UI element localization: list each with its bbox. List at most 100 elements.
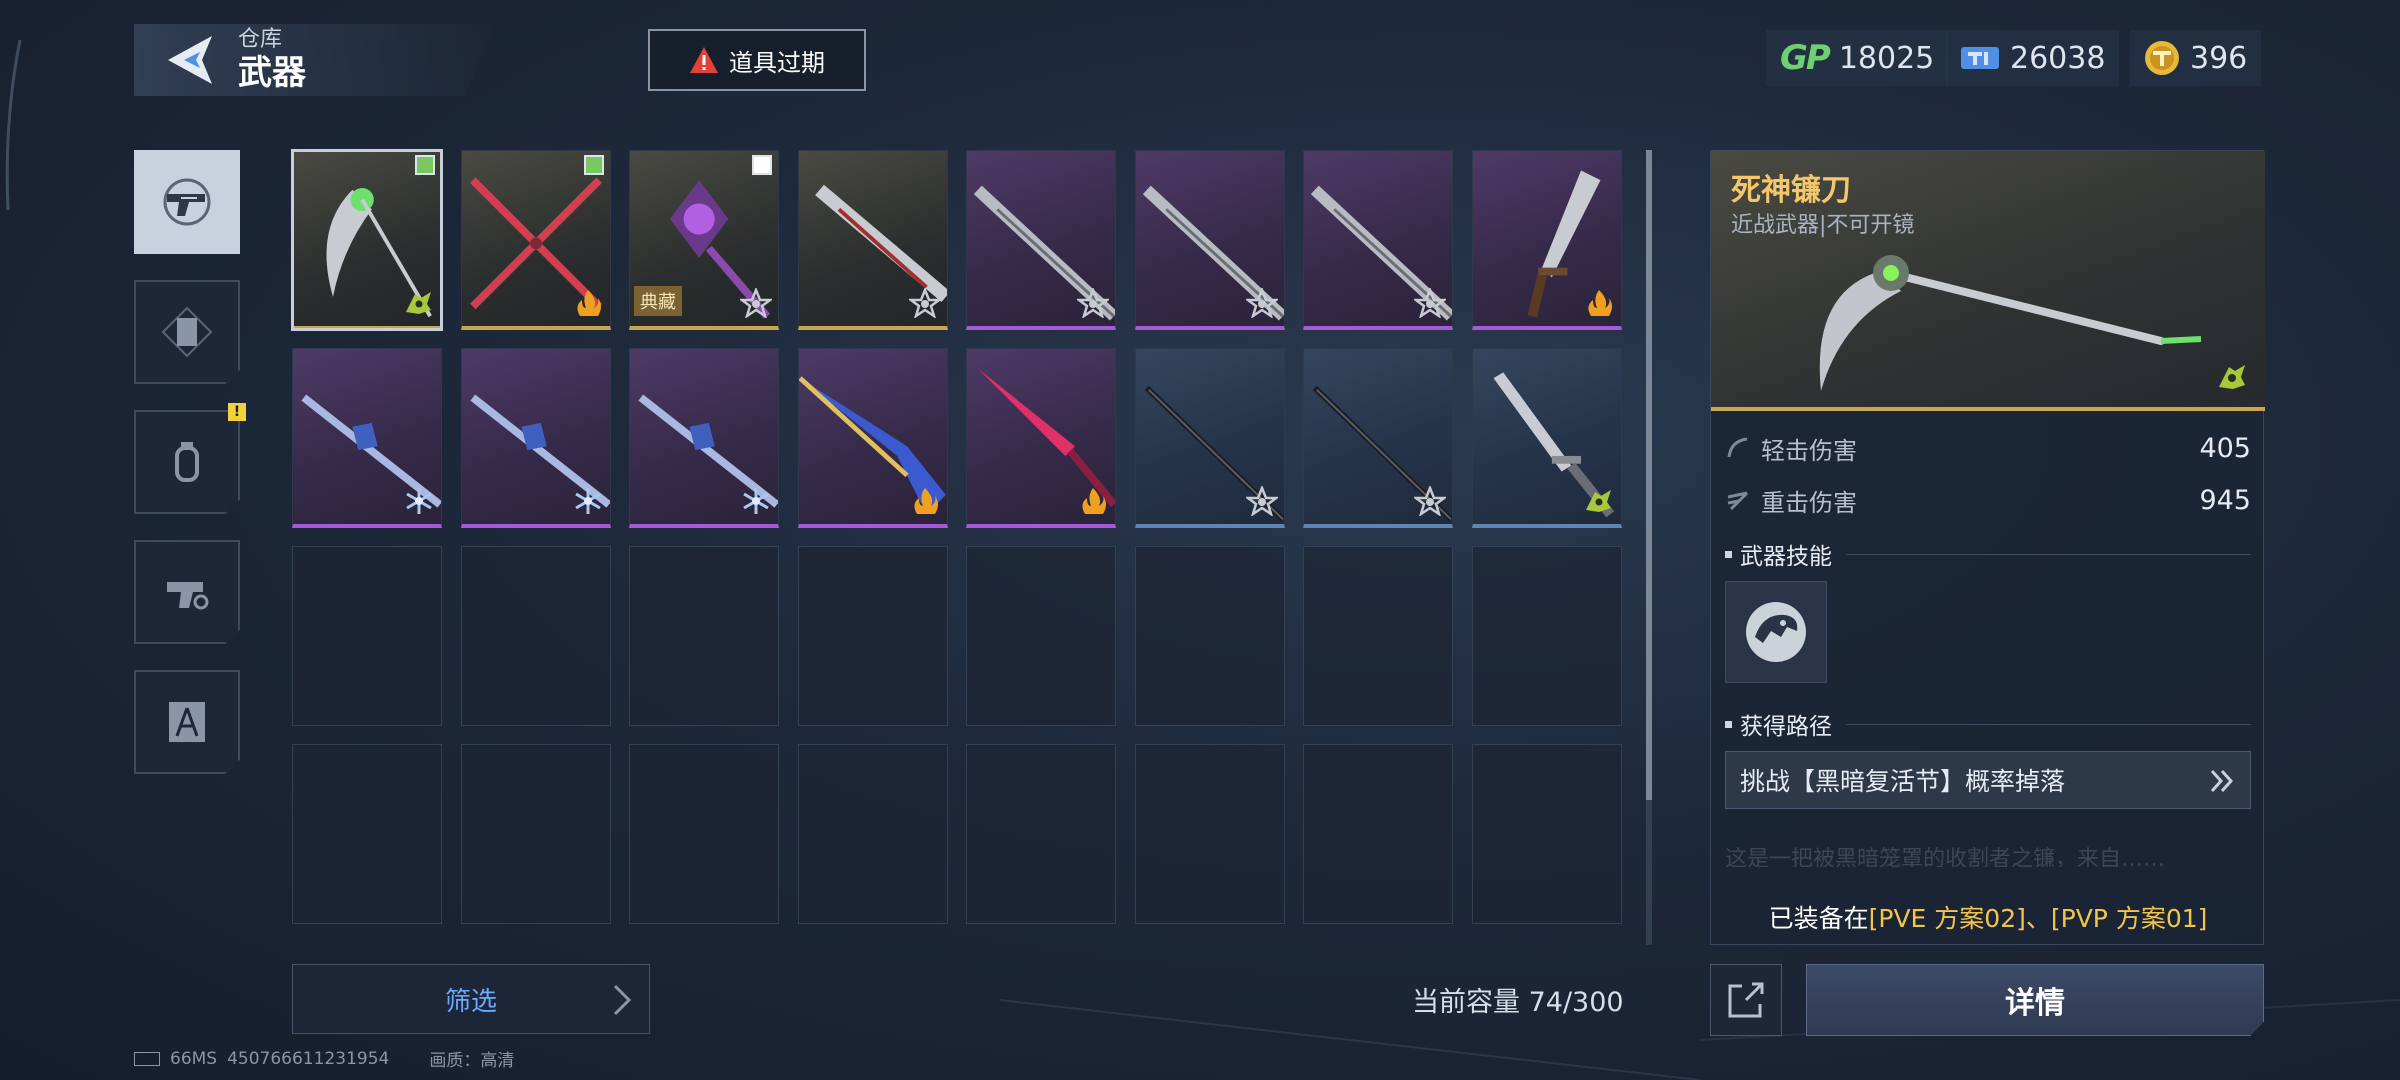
empty-slot xyxy=(629,744,779,924)
star-type-icon xyxy=(908,288,941,318)
weapon-detail-panel: 死神镰刀 近战武器|不可开镜 轻击伤害 405 重击伤害 945 武器技能 获得… xyxy=(1710,150,2265,945)
ice-type-icon xyxy=(743,488,769,514)
scrollbar-thumb[interactable] xyxy=(1646,150,1652,800)
ticket-icon xyxy=(1961,47,1999,69)
gun-parts-icon xyxy=(167,582,209,610)
weapon-slot[interactable] xyxy=(629,348,779,528)
status-footer: 66MS 450766611231954 画质：高清 xyxy=(134,1046,514,1071)
weapon-slot[interactable] xyxy=(966,150,1116,330)
weapon-slot[interactable]: 典藏 xyxy=(629,150,779,330)
light-attack-stat: 轻击伤害 405 xyxy=(1725,425,2251,471)
compass-icon xyxy=(169,702,205,742)
weapon-slot[interactable] xyxy=(460,348,611,528)
weapon-slot[interactable] xyxy=(292,348,442,528)
weapon-slot[interactable] xyxy=(1134,348,1285,528)
empty-slot xyxy=(1303,546,1453,726)
source-section-heading: 获得路径 xyxy=(1725,707,2251,741)
empty-slot xyxy=(1471,744,1622,924)
category-blueprint[interactable] xyxy=(134,670,240,774)
checked-box-icon[interactable] xyxy=(415,155,435,175)
empty-slot xyxy=(797,744,948,924)
weapon-slot[interactable] xyxy=(1471,348,1622,528)
weapon-slot[interactable] xyxy=(797,348,948,528)
scythe-image xyxy=(1819,255,2202,391)
weapon-slot[interactable] xyxy=(1471,150,1622,330)
share-button[interactable] xyxy=(1710,964,1782,1036)
empty-slot xyxy=(1303,744,1453,924)
weapon-slot[interactable] xyxy=(460,150,611,330)
details-button-label: 详情 xyxy=(2005,986,2065,1021)
category-grenade[interactable] xyxy=(134,410,240,514)
skill-section-heading: 武器技能 xyxy=(1725,537,2251,571)
empty-slot xyxy=(1471,546,1622,726)
fire-type-icon xyxy=(1587,290,1612,316)
empty-slot xyxy=(292,744,442,924)
weapon-slot[interactable] xyxy=(291,149,443,331)
empty-slot xyxy=(797,546,948,726)
light-attack-icon xyxy=(1727,437,1748,458)
back-arrow-icon xyxy=(168,36,212,84)
star-type-icon xyxy=(1414,288,1446,318)
expired-items-label: 道具过期 xyxy=(729,48,825,77)
biohazard-type-icon xyxy=(406,292,431,314)
weapon-description: 这是一把被黑暗笼罩的收割者之镰，来自…… xyxy=(1725,847,2166,867)
heavy-attack-label: 重击伤害 xyxy=(1761,488,1857,517)
weapon-slot[interactable] xyxy=(1303,348,1453,528)
page-breadcrumb: 仓库 xyxy=(238,27,283,52)
gp-currency[interactable]: GP 18025 xyxy=(1766,30,1949,86)
category-weapon[interactable] xyxy=(134,150,240,254)
page-title: 武器 xyxy=(238,53,306,93)
star-type-icon xyxy=(1245,288,1278,318)
heavy-attack-value: 945 xyxy=(2199,484,2251,516)
category-gun-parts[interactable] xyxy=(134,540,240,644)
back-button[interactable]: 仓库 武器 xyxy=(134,24,494,96)
equipped-plans: [PVE 方案02]、[PVP 方案01] xyxy=(1868,904,2208,933)
battery-icon xyxy=(134,1051,160,1066)
star-type-icon xyxy=(1077,288,1109,318)
coin-currency[interactable]: 396 xyxy=(2130,30,2262,86)
expired-items-button[interactable]: 道具过期 xyxy=(648,29,866,91)
empty-slot xyxy=(460,546,611,726)
source-text: 挑战【黑暗复活节】概率掉落 xyxy=(1740,767,2066,796)
acquisition-source-button[interactable]: 挑战【黑暗复活节】概率掉落 xyxy=(1725,751,2251,809)
star-type-icon xyxy=(1245,486,1278,516)
ice-type-icon xyxy=(406,488,432,514)
equipped-prefix: 已装备在 xyxy=(1768,904,1869,933)
weapon-slot[interactable] xyxy=(1134,150,1285,330)
inventory-grid: 典藏 xyxy=(291,149,1622,924)
capacity-text: 当前容量 74/300 xyxy=(1412,987,1624,1018)
weapon-name: 死神镰刀 xyxy=(1731,173,1851,208)
beast-head-icon xyxy=(1746,602,1806,662)
ping-text: 66MS xyxy=(170,1048,218,1069)
weapon-slot[interactable] xyxy=(1303,150,1453,330)
weapon-skill-slot[interactable] xyxy=(1725,581,1827,683)
filter-button[interactable]: 筛选 xyxy=(292,964,650,1034)
weapon-slot[interactable] xyxy=(797,150,948,330)
fire-type-icon xyxy=(1082,488,1106,514)
light-attack-label: 轻击伤害 xyxy=(1761,436,1857,465)
fire-type-icon xyxy=(913,488,938,514)
collection-tag: 典藏 xyxy=(634,286,682,316)
card-icon xyxy=(161,306,213,358)
empty-slot xyxy=(629,546,779,726)
user-id: 450766611231954 xyxy=(227,1048,390,1069)
light-attack-value: 405 xyxy=(2199,432,2251,464)
empty-slot xyxy=(292,546,442,726)
weapon-slot[interactable] xyxy=(966,348,1116,528)
empty-slot xyxy=(1134,744,1285,924)
heavy-attack-stat: 重击伤害 945 xyxy=(1725,477,2251,523)
inventory-scrollbar[interactable] xyxy=(1646,150,1652,945)
category-card[interactable] xyxy=(134,280,240,384)
heavy-attack-icon xyxy=(1727,491,1749,511)
unchecked-box-icon[interactable] xyxy=(752,155,772,175)
checked-box-icon[interactable] xyxy=(583,155,604,175)
details-button[interactable]: 详情 xyxy=(1806,964,2264,1036)
grenade-icon xyxy=(175,442,199,482)
pistol-icon xyxy=(163,178,211,226)
empty-slot xyxy=(460,744,611,924)
ticket-currency[interactable]: 26038 xyxy=(1946,30,2120,86)
source-heading-label: 获得路径 xyxy=(1740,714,1832,740)
warning-icon xyxy=(690,47,718,73)
gp-amount: 18025 xyxy=(1838,40,1935,76)
share-icon xyxy=(1728,982,1764,1018)
